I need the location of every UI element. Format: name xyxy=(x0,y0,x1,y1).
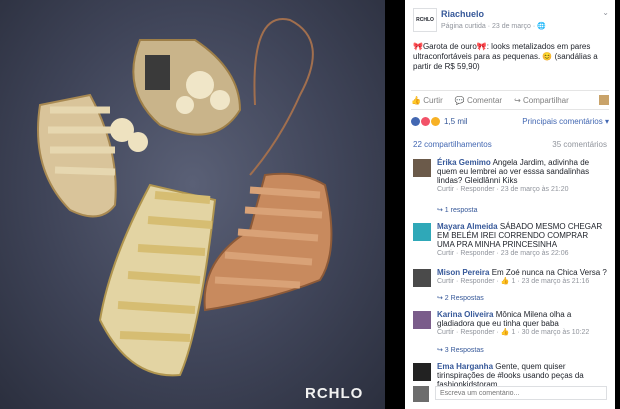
post-meta: Página curtida · 23 de março · 🌐 xyxy=(441,23,546,30)
comment-actions[interactable]: Curtir · Responder · 👍 1 · 30 de março à… xyxy=(437,328,607,337)
comment-author[interactable]: Ema Harganha xyxy=(437,362,493,371)
comment-composer xyxy=(413,384,607,402)
comment-body: Karina Oliveira Mônica Milena olha a gla… xyxy=(437,310,607,337)
avatar[interactable] xyxy=(413,386,429,402)
replies-link[interactable]: ↪ 1 resposta xyxy=(437,206,478,214)
reactions-count[interactable]: 1,5 mil xyxy=(444,117,468,126)
post-header: RCHLO Riachuelo Página curtida · 23 de m… xyxy=(405,0,615,36)
share-label: Compartilhar xyxy=(523,95,569,105)
comment-author[interactable]: Érika Gemimo xyxy=(437,158,491,167)
engagement-counts: 22 compartilhamentos 35 comentários xyxy=(413,140,607,152)
post-action-bar: 👍 Curtir 💬 Comentar ↪ Compartilhar xyxy=(411,90,609,110)
comment-author[interactable]: Karina Oliveira xyxy=(437,310,493,319)
love-reaction-icon xyxy=(421,116,430,126)
lace-loop xyxy=(249,18,314,176)
comment-author[interactable]: Mayara Almeida xyxy=(437,222,498,231)
avatar[interactable] xyxy=(413,311,431,329)
top-comments-dropdown[interactable]: Principais comentários ▾ xyxy=(522,117,609,126)
avatar[interactable] xyxy=(413,223,431,241)
wow-reaction-icon xyxy=(431,116,440,126)
like-label: Curtir xyxy=(423,95,443,105)
replies-link[interactable]: ↪ 3 Respostas xyxy=(437,346,484,354)
gold-gladiator-sandal xyxy=(98,183,217,377)
comment-actions[interactable]: Curtir · Responder · 23 de março às 22:0… xyxy=(437,249,607,258)
comment-body: Mayara Almeida SÁBADO MESMO CHEGAR EM BE… xyxy=(437,222,607,258)
comment-label: Comentar xyxy=(466,95,503,105)
replies-link[interactable]: ↪ 2 Respostas xyxy=(437,294,484,302)
comment-button[interactable]: 💬 Comentar xyxy=(455,96,502,105)
comment-body: Érika Gemimo Angela Jardim, adivinha de … xyxy=(437,158,607,194)
avatar[interactable] xyxy=(413,159,431,177)
small-sandal-left xyxy=(37,93,148,218)
post-panel: RCHLO Riachuelo Página curtida · 23 de m… xyxy=(405,0,615,409)
comment-actions[interactable]: Curtir · Responder · 👍 1 · 23 de março à… xyxy=(437,277,607,286)
like-button[interactable]: 👍 Curtir xyxy=(411,96,443,105)
shares-link[interactable]: 22 compartilhamentos xyxy=(413,140,492,152)
post-text: 🎀Garota de ouro🎀: looks metalizados em p… xyxy=(413,42,598,71)
sandals-illustration xyxy=(37,18,333,377)
post-photo[interactable]: RCHLO xyxy=(0,0,385,409)
comment-input[interactable] xyxy=(435,386,607,400)
share-button[interactable]: ↪ Compartilhar xyxy=(514,96,569,105)
comment-actions[interactable]: Curtir · Responder · 23 de março às 21:2… xyxy=(437,185,607,194)
reactions-row: 1,5 mil Principais comentários ▾ xyxy=(411,114,609,128)
comment-text: Em Zoé nunca na Chica Versa ? xyxy=(491,268,607,277)
page-avatar[interactable]: RCHLO xyxy=(413,8,437,32)
rose-gold-gladiator-sandal xyxy=(203,172,333,312)
avatar[interactable] xyxy=(413,363,431,381)
comment-body: Mison Pereira Em Zoé nunca na Chica Vers… xyxy=(437,268,607,286)
comment-author[interactable]: Mison Pereira xyxy=(437,268,489,277)
total-comments[interactable]: 35 comentários xyxy=(552,140,607,152)
chevron-down-icon[interactable]: ⌄ xyxy=(602,8,609,17)
viewer-avatar[interactable] xyxy=(599,95,609,105)
like-reaction-icon xyxy=(411,116,420,126)
baby-sandal-center xyxy=(132,39,242,136)
brand-watermark: RCHLO xyxy=(305,385,364,402)
avatar[interactable] xyxy=(413,269,431,287)
page-name-link[interactable]: Riachuelo xyxy=(441,9,484,19)
